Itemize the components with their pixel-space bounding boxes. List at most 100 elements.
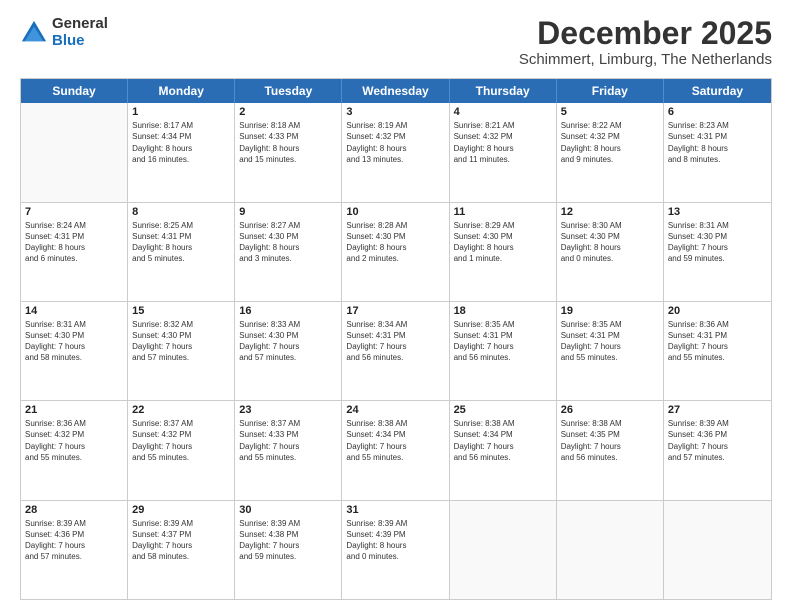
day-info: Sunrise: 8:39 AMSunset: 4:36 PMDaylight:… <box>668 418 767 463</box>
calendar: SundayMondayTuesdayWednesdayThursdayFrid… <box>20 78 772 600</box>
subtitle: Schimmert, Limburg, The Netherlands <box>519 51 772 68</box>
calendar-cell <box>21 103 128 201</box>
day-info: Sunrise: 8:31 AMSunset: 4:30 PMDaylight:… <box>25 319 123 364</box>
calendar-cell: 25 Sunrise: 8:38 AMSunset: 4:34 PMDayligh… <box>450 401 557 499</box>
calendar-cell: 21Sunrise: 8:36 AMSunset: 4:32 PMDayligh… <box>21 401 128 499</box>
day-number: 4 <box>454 106 552 118</box>
calendar-cell: 27 Sunrise: 8:39 AMSunset: 4:36 PMDayligh… <box>664 401 771 499</box>
day-number: 27 <box>668 404 767 416</box>
day-number: 9 <box>239 206 337 218</box>
calendar-cell: 29 Sunrise: 8:39 AMSunset: 4:37 PMDayligh… <box>128 501 235 599</box>
calendar-cell: 31 Sunrise: 8:39 AMSunset: 4:39 PMDayligh… <box>342 501 449 599</box>
day-number: 21 <box>25 404 123 416</box>
calendar-cell: 13Sunrise: 8:31 AMSunset: 4:30 PMDayligh… <box>664 203 771 301</box>
calendar-week: 14 Sunrise: 8:31 AMSunset: 4:30 PMDayligh… <box>21 302 771 401</box>
calendar-cell: 30 Sunrise: 8:39 AMSunset: 4:38 PMDayligh… <box>235 501 342 599</box>
calendar-cell: 10 Sunrise: 8:28 AMSunset: 4:30 PMDayligh… <box>342 203 449 301</box>
day-info: Sunrise: 8:27 AMSunset: 4:30 PMDaylight:… <box>239 220 337 265</box>
day-number: 10 <box>346 206 444 218</box>
calendar-cell: 26 Sunrise: 8:38 AMSunset: 4:35 PMDayligh… <box>557 401 664 499</box>
day-info: Sunrise: 8:35 AMSunset: 4:31 PMDaylight:… <box>561 319 659 364</box>
calendar-cell: 19 Sunrise: 8:35 AMSunset: 4:31 PMDayligh… <box>557 302 664 400</box>
logo: General Blue <box>20 16 108 49</box>
day-number: 26 <box>561 404 659 416</box>
calendar-cell: 14 Sunrise: 8:31 AMSunset: 4:30 PMDayligh… <box>21 302 128 400</box>
logo-blue: Blue <box>52 33 108 50</box>
calendar-cell: 7 Sunrise: 8:24 AMSunset: 4:31 PMDaylight… <box>21 203 128 301</box>
calendar-cell: 20Sunrise: 8:36 AMSunset: 4:31 PMDayligh… <box>664 302 771 400</box>
calendar-cell: 3 Sunrise: 8:19 AMSunset: 4:32 PMDaylight… <box>342 103 449 201</box>
day-number: 29 <box>132 504 230 516</box>
day-number: 3 <box>346 106 444 118</box>
calendar-cell: 6Sunrise: 8:23 AMSunset: 4:31 PMDaylight… <box>664 103 771 201</box>
day-number: 2 <box>239 106 337 118</box>
day-info: Sunrise: 8:21 AMSunset: 4:32 PMDaylight:… <box>454 120 552 165</box>
logo-text: General Blue <box>52 16 108 49</box>
main-title: December 2025 <box>519 16 772 51</box>
title-block: December 2025 Schimmert, Limburg, The Ne… <box>519 16 772 68</box>
day-info: Sunrise: 8:38 AMSunset: 4:34 PMDaylight:… <box>454 418 552 463</box>
day-number: 7 <box>25 206 123 218</box>
day-number: 22 <box>132 404 230 416</box>
day-number: 14 <box>25 305 123 317</box>
calendar-cell: 12Sunrise: 8:30 AMSunset: 4:30 PMDayligh… <box>557 203 664 301</box>
day-info: Sunrise: 8:25 AMSunset: 4:31 PMDaylight:… <box>132 220 230 265</box>
calendar-cell: 28 Sunrise: 8:39 AMSunset: 4:36 PMDayligh… <box>21 501 128 599</box>
calendar-header-cell: Monday <box>128 79 235 103</box>
day-number: 11 <box>454 206 552 218</box>
calendar-week: 21Sunrise: 8:36 AMSunset: 4:32 PMDayligh… <box>21 401 771 500</box>
day-info: Sunrise: 8:37 AMSunset: 4:33 PMDaylight:… <box>239 418 337 463</box>
day-info: Sunrise: 8:31 AMSunset: 4:30 PMDaylight:… <box>668 220 767 265</box>
day-info: Sunrise: 8:28 AMSunset: 4:30 PMDaylight:… <box>346 220 444 265</box>
day-info: Sunrise: 8:17 AMSunset: 4:34 PMDaylight:… <box>132 120 230 165</box>
calendar-week: 7 Sunrise: 8:24 AMSunset: 4:31 PMDaylight… <box>21 203 771 302</box>
calendar-cell: 8Sunrise: 8:25 AMSunset: 4:31 PMDaylight… <box>128 203 235 301</box>
calendar-cell: 11 Sunrise: 8:29 AMSunset: 4:30 PMDayligh… <box>450 203 557 301</box>
calendar-cell <box>664 501 771 599</box>
day-info: Sunrise: 8:39 AMSunset: 4:39 PMDaylight:… <box>346 518 444 563</box>
day-number: 24 <box>346 404 444 416</box>
day-info: Sunrise: 8:19 AMSunset: 4:32 PMDaylight:… <box>346 120 444 165</box>
day-number: 25 <box>454 404 552 416</box>
day-info: Sunrise: 8:29 AMSunset: 4:30 PMDaylight:… <box>454 220 552 265</box>
calendar-header-cell: Saturday <box>664 79 771 103</box>
calendar-cell: 4 Sunrise: 8:21 AMSunset: 4:32 PMDaylight… <box>450 103 557 201</box>
day-info: Sunrise: 8:39 AMSunset: 4:38 PMDaylight:… <box>239 518 337 563</box>
day-info: Sunrise: 8:24 AMSunset: 4:31 PMDaylight:… <box>25 220 123 265</box>
logo-general: General <box>52 16 108 33</box>
calendar-cell: 22 Sunrise: 8:37 AMSunset: 4:32 PMDayligh… <box>128 401 235 499</box>
day-number: 17 <box>346 305 444 317</box>
calendar-cell <box>450 501 557 599</box>
page: General Blue December 2025 Schimmert, Li… <box>0 0 792 612</box>
day-info: Sunrise: 8:38 AMSunset: 4:35 PMDaylight:… <box>561 418 659 463</box>
header: General Blue December 2025 Schimmert, Li… <box>20 16 772 68</box>
calendar-header-cell: Wednesday <box>342 79 449 103</box>
day-number: 31 <box>346 504 444 516</box>
day-number: 19 <box>561 305 659 317</box>
day-number: 30 <box>239 504 337 516</box>
day-number: 12 <box>561 206 659 218</box>
day-number: 28 <box>25 504 123 516</box>
day-number: 23 <box>239 404 337 416</box>
calendar-header-cell: Sunday <box>21 79 128 103</box>
calendar-cell: 24 Sunrise: 8:38 AMSunset: 4:34 PMDayligh… <box>342 401 449 499</box>
calendar-cell: 2Sunrise: 8:18 AMSunset: 4:33 PMDaylight… <box>235 103 342 201</box>
calendar-cell: 15 Sunrise: 8:32 AMSunset: 4:30 PMDayligh… <box>128 302 235 400</box>
calendar-body: 1 Sunrise: 8:17 AMSunset: 4:34 PMDaylight… <box>21 103 771 599</box>
calendar-cell: 5Sunrise: 8:22 AMSunset: 4:32 PMDaylight… <box>557 103 664 201</box>
day-info: Sunrise: 8:39 AMSunset: 4:37 PMDaylight:… <box>132 518 230 563</box>
logo-icon <box>20 19 48 47</box>
day-number: 15 <box>132 305 230 317</box>
day-info: Sunrise: 8:37 AMSunset: 4:32 PMDaylight:… <box>132 418 230 463</box>
calendar-cell <box>557 501 664 599</box>
day-number: 5 <box>561 106 659 118</box>
day-info: Sunrise: 8:32 AMSunset: 4:30 PMDaylight:… <box>132 319 230 364</box>
day-info: Sunrise: 8:38 AMSunset: 4:34 PMDaylight:… <box>346 418 444 463</box>
day-info: Sunrise: 8:34 AMSunset: 4:31 PMDaylight:… <box>346 319 444 364</box>
calendar-cell: 23 Sunrise: 8:37 AMSunset: 4:33 PMDayligh… <box>235 401 342 499</box>
day-number: 16 <box>239 305 337 317</box>
calendar-week: 28 Sunrise: 8:39 AMSunset: 4:36 PMDayligh… <box>21 501 771 599</box>
day-info: Sunrise: 8:39 AMSunset: 4:36 PMDaylight:… <box>25 518 123 563</box>
day-number: 1 <box>132 106 230 118</box>
calendar-header-row: SundayMondayTuesdayWednesdayThursdayFrid… <box>21 79 771 103</box>
